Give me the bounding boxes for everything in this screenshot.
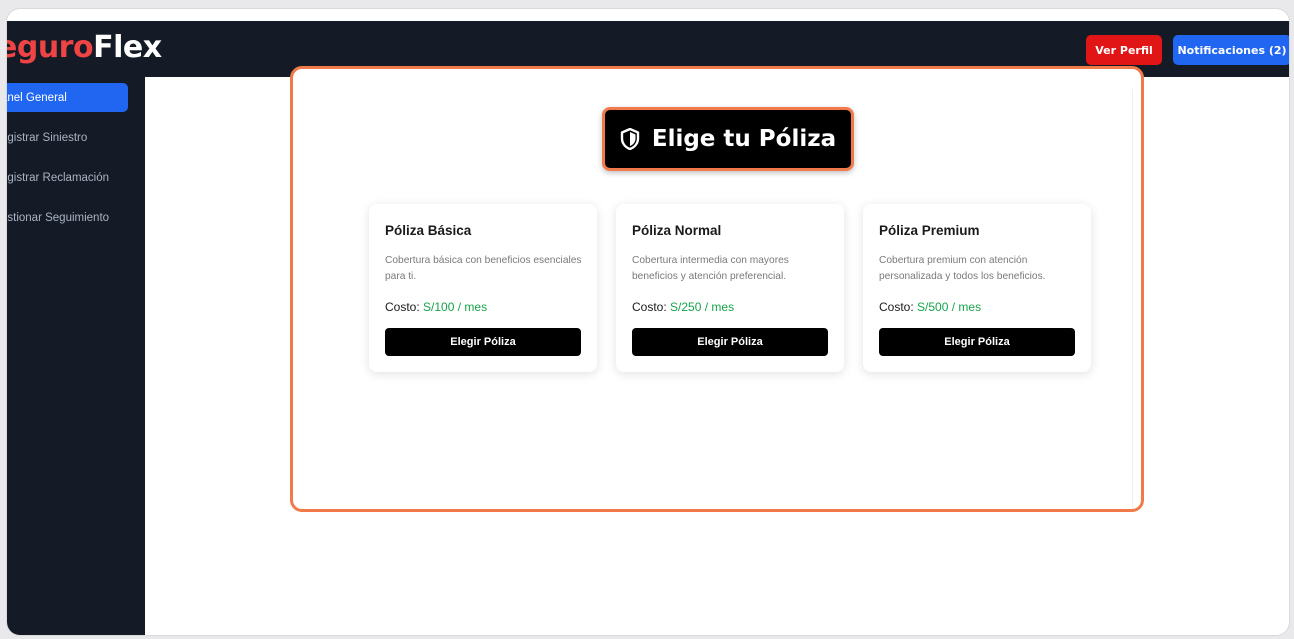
view-profile-button[interactable]: Ver Perfil <box>1086 35 1162 65</box>
sidebar-item-label: estionar Seguimiento <box>7 211 110 224</box>
brand-suffix: Flex <box>93 30 162 65</box>
sidebar-item-registrar-reclamacion[interactable]: egistrar Reclamación <box>7 163 128 192</box>
cost-label: Costo: <box>385 300 420 314</box>
sidebar-item-registrar-siniestro[interactable]: egistrar Siniestro <box>7 123 128 152</box>
sidebar-item-label: anel General <box>7 91 67 104</box>
cost-label: Costo: <box>632 300 667 314</box>
notifications-button[interactable]: Notificaciones (2) <box>1173 35 1289 65</box>
policy-cost: Costo: S/250 / mes <box>632 300 734 314</box>
choose-policy-button[interactable]: Elegir Póliza <box>632 328 828 356</box>
sidebar: anel General egistrar Siniestro egistrar… <box>7 77 145 635</box>
choose-policy-button[interactable]: Elegir Póliza <box>879 328 1075 356</box>
cost-label: Costo: <box>879 300 914 314</box>
sidebar-item-panel-general[interactable]: anel General <box>7 83 128 112</box>
page-title: Elige tu Póliza <box>602 107 854 171</box>
policy-description: Cobertura intermedia con mayores benefic… <box>632 255 789 282</box>
sidebar-item-gestionar-seguimiento[interactable]: estionar Seguimiento <box>7 203 128 232</box>
panel-divider <box>1132 89 1133 509</box>
policy-price: S/250 / mes <box>670 300 735 314</box>
brand-prefix: eguro <box>6 30 94 65</box>
brand-logo: eguroFlex <box>6 30 162 65</box>
sidebar-item-label: egistrar Siniestro <box>7 131 88 144</box>
app-window: eguroFlex Ver Perfil Notificaciones (2) … <box>6 8 1290 636</box>
policy-card-normal: Póliza Normal Cobertura intermedia con m… <box>616 204 844 372</box>
policy-name: Póliza Premium <box>879 223 980 238</box>
policy-description: Cobertura básica con beneficios esencial… <box>385 255 582 282</box>
policy-cost: Costo: S/100 / mes <box>385 300 487 314</box>
policy-card-premium: Póliza Premium Cobertura premium con ate… <box>863 204 1091 372</box>
policy-selection-panel: Elige tu Póliza Póliza Básica Cobertura … <box>290 66 1144 512</box>
policy-name: Póliza Normal <box>632 223 722 238</box>
policy-price: S/500 / mes <box>917 300 982 314</box>
policy-cost: Costo: S/500 / mes <box>879 300 981 314</box>
policy-price: S/100 / mes <box>423 300 488 314</box>
shield-icon <box>620 128 640 150</box>
page-title-text: Elige tu Póliza <box>651 126 837 152</box>
policy-card-basica: Póliza Básica Cobertura básica con benef… <box>369 204 597 372</box>
choose-policy-button[interactable]: Elegir Póliza <box>385 328 581 356</box>
policy-name: Póliza Básica <box>385 223 472 238</box>
policy-description: Cobertura premium con atención personali… <box>879 255 1046 282</box>
sidebar-item-label: egistrar Reclamación <box>7 171 110 184</box>
